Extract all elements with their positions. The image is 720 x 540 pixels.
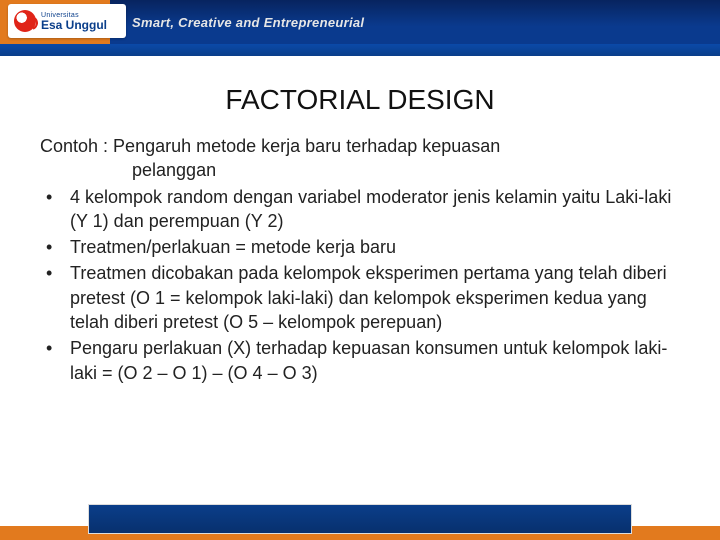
logo-icon (14, 10, 36, 32)
header-tagline: Smart, Creative and Entrepreneurial (132, 15, 364, 30)
bullet-list: 4 kelompok random dengan variabel modera… (40, 185, 680, 385)
footer-blue-box (88, 504, 632, 534)
lead-text: Contoh : Pengaruh metode kerja baru terh… (40, 134, 680, 183)
header-blue-strip: Smart, Creative and Entrepreneurial (110, 0, 720, 44)
list-item: 4 kelompok random dengan variabel modera… (40, 185, 680, 234)
list-item: Pengaru perlakuan (X) terhadap kepuasan … (40, 336, 680, 385)
header-underline-bar (0, 44, 720, 56)
lead-line-1: Contoh : Pengaruh metode kerja baru terh… (40, 136, 500, 156)
logo-line2: Esa Unggul (41, 19, 107, 31)
list-item: Treatmen/perlakuan = metode kerja baru (40, 235, 680, 259)
list-item: Treatmen dicobakan pada kelompok eksperi… (40, 261, 680, 334)
university-logo: Universitas Esa Unggul (8, 4, 126, 38)
slide-title: FACTORIAL DESIGN (40, 84, 680, 116)
logo-text: Universitas Esa Unggul (41, 12, 107, 31)
slide-content: FACTORIAL DESIGN Contoh : Pengaruh metod… (0, 56, 720, 385)
slide-footer (0, 500, 720, 540)
lead-line-2: pelanggan (40, 158, 680, 182)
slide-header: Smart, Creative and Entrepreneurial Univ… (0, 0, 720, 56)
